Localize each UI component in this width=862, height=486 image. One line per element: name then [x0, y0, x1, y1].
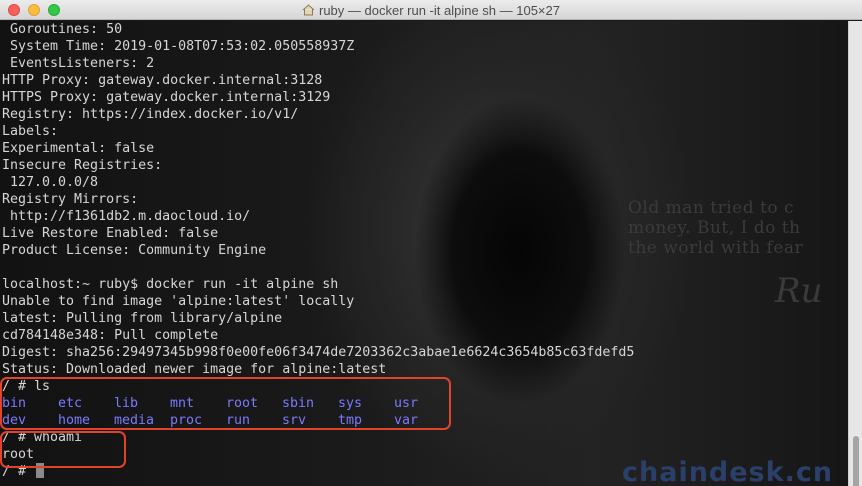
terminal-line: latest: Pulling from library/alpine — [2, 311, 283, 326]
scrollbar-thumb[interactable] — [853, 436, 859, 486]
terminal-line: Digest: sha256:29497345b998f0e00fe06f347… — [2, 345, 635, 360]
background-signature: Ru — [775, 271, 823, 311]
terminal-line: http://f1361db2.m.daocloud.io/ — [2, 209, 251, 224]
terminal-line: Unable to find image 'alpine:latest' loc… — [2, 294, 355, 309]
terminal-line: 127.0.0.0/8 — [2, 175, 99, 190]
ls-highlight-box — [0, 377, 451, 430]
vertical-scrollbar[interactable] — [848, 21, 862, 486]
terminal-line: Status: Downloaded newer image for alpin… — [2, 362, 387, 377]
title-bar: ruby — docker run -it alpine sh — 105×27 — [0, 0, 862, 20]
terminal-line: HTTP Proxy: gateway.docker.internal:3128 — [2, 73, 323, 88]
terminal-line: cd784148e348: Pull complete — [2, 328, 219, 343]
window-title: ruby — docker run -it alpine sh — 105×27 — [319, 2, 560, 18]
whoami-highlight-box — [0, 431, 126, 468]
home-folder-icon — [302, 4, 315, 16]
terminal-line: Insecure Registries: — [2, 158, 163, 173]
terminal-line: Registry: https://index.docker.io/v1/ — [2, 107, 299, 122]
terminal-line: EventsListeners: 2 — [2, 56, 155, 71]
terminal-line: Registry Mirrors: — [2, 192, 139, 207]
terminal-line: HTTPS Proxy: gateway.docker.internal:312… — [2, 90, 331, 105]
window-title-area: ruby — docker run -it alpine sh — 105×27 — [0, 0, 862, 20]
terminal-line: Labels: — [2, 124, 59, 139]
terminal-view[interactable]: Old man tried to c money. But, I do th the… — [0, 21, 848, 486]
background-quote: Old man tried to c money. But, I do th the… — [628, 198, 804, 258]
terminal-line: Experimental: false — [2, 141, 155, 156]
watermark: chaindesk.cn — [622, 457, 834, 486]
terminal-line: Product License: Community Engine — [2, 243, 267, 258]
terminal-line: Goroutines: 50 — [2, 22, 123, 37]
terminal-line: localhost:~ ruby$ docker run -it alpine … — [2, 277, 339, 292]
terminal-line: Live Restore Enabled: false — [2, 226, 219, 241]
terminal-line: System Time: 2019-01-08T07:53:02.0505589… — [2, 39, 355, 54]
